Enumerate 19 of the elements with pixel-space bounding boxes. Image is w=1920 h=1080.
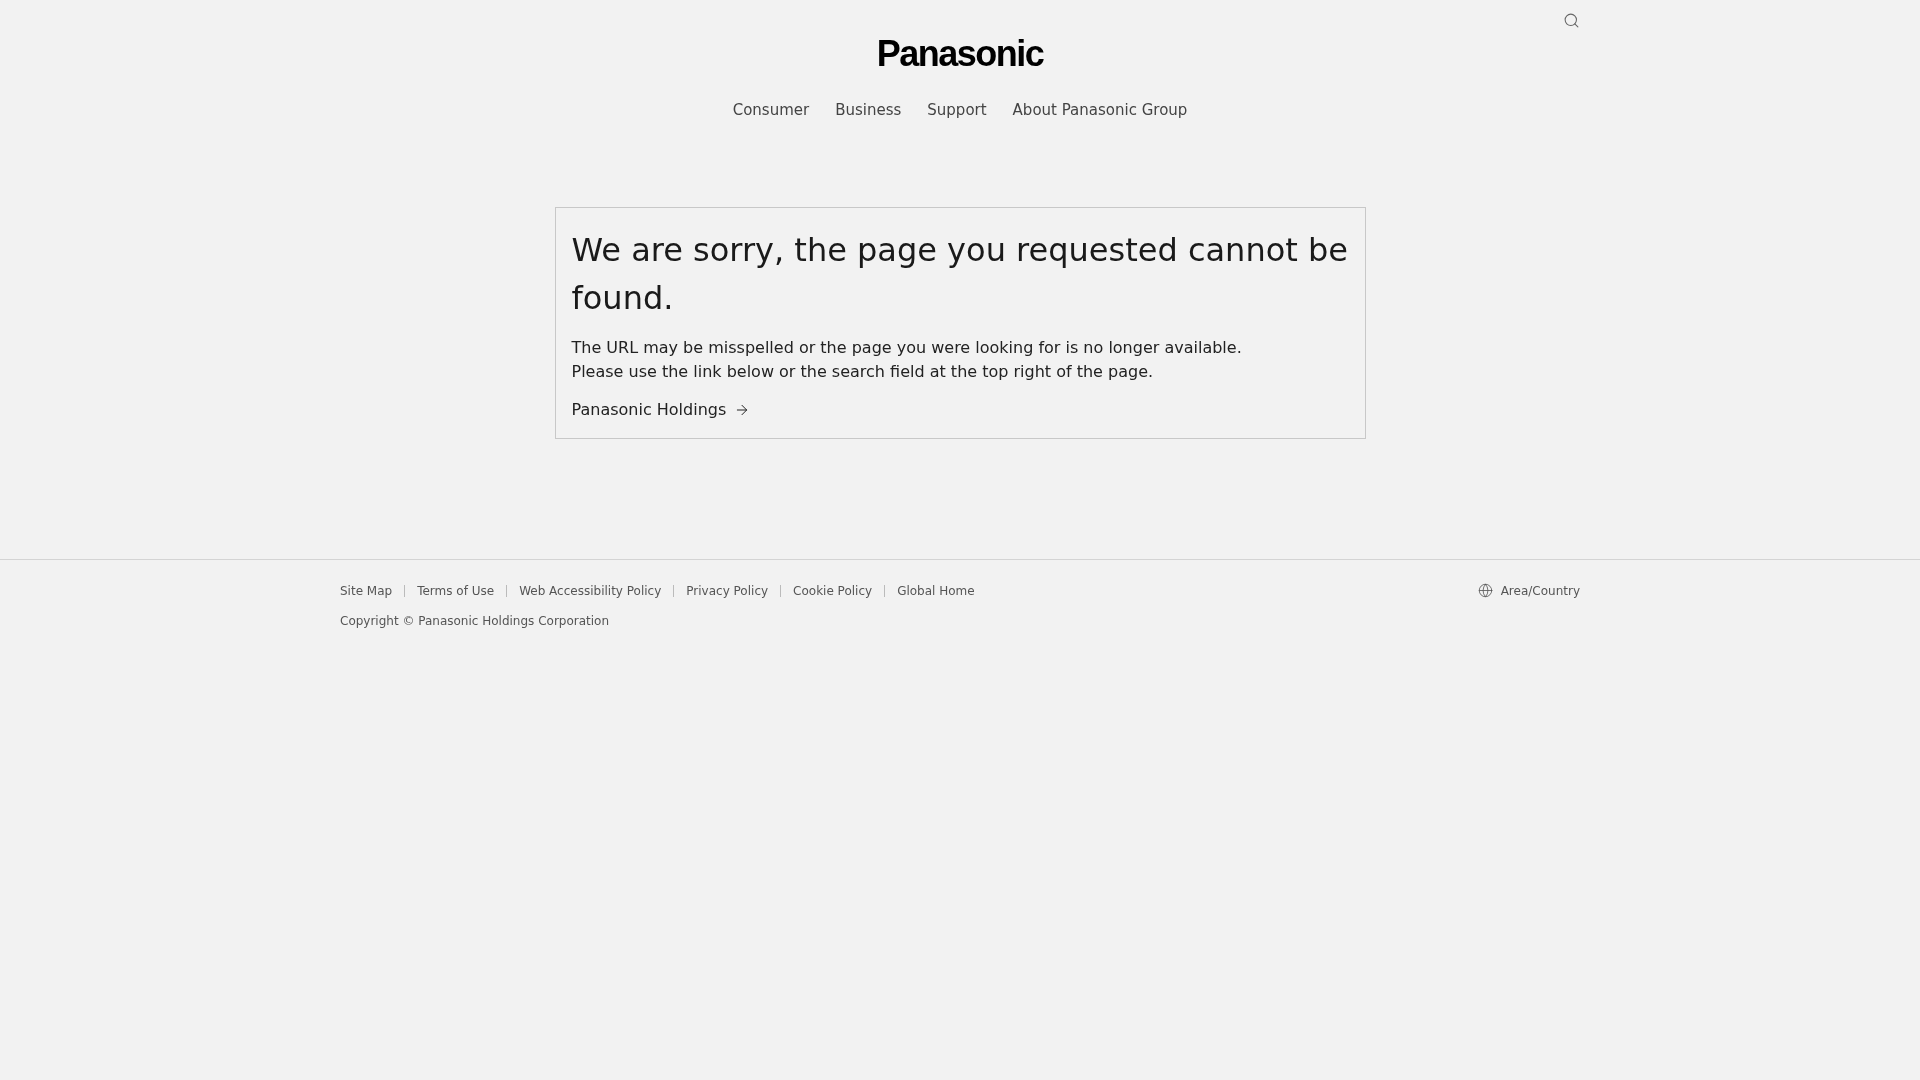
nav-link[interactable]: About Panasonic Group	[1012, 99, 1188, 122]
footer-link[interactable]: Cookie Policy	[793, 581, 873, 600]
logo[interactable]: Panasonic	[876, 36, 1044, 72]
error-message: The URL may be misspelled or the page you were looking for is no longer available.	[571, 336, 1243, 359]
holdings-link[interactable]: Panasonic Holdings	[571, 397, 751, 422]
nav-link[interactable]: Consumer	[732, 99, 810, 122]
globe-icon	[1477, 583, 1493, 598]
nav-link[interactable]: Support	[927, 99, 987, 122]
area-country-link[interactable]: Area/Country	[1477, 581, 1580, 600]
footer-link[interactable]: Global Home	[897, 581, 975, 600]
footer-link[interactable]: Site Map	[340, 581, 393, 600]
footer-link[interactable]: Web Accessibility Policy	[519, 581, 662, 600]
footer-link[interactable]: Privacy Policy	[686, 581, 769, 600]
copyright: Copyright © Panasonic Holdings Corporation	[340, 612, 611, 630]
search-icon[interactable]	[1563, 12, 1580, 29]
error-message: Please use the link below or the search field at the top right of the page.	[571, 360, 1155, 383]
error-title: We are sorry, the page you requested cannot be found.	[571, 229, 1349, 319]
footer-link[interactable]: Terms of Use	[417, 581, 495, 600]
nav-link[interactable]: Business	[835, 99, 902, 122]
